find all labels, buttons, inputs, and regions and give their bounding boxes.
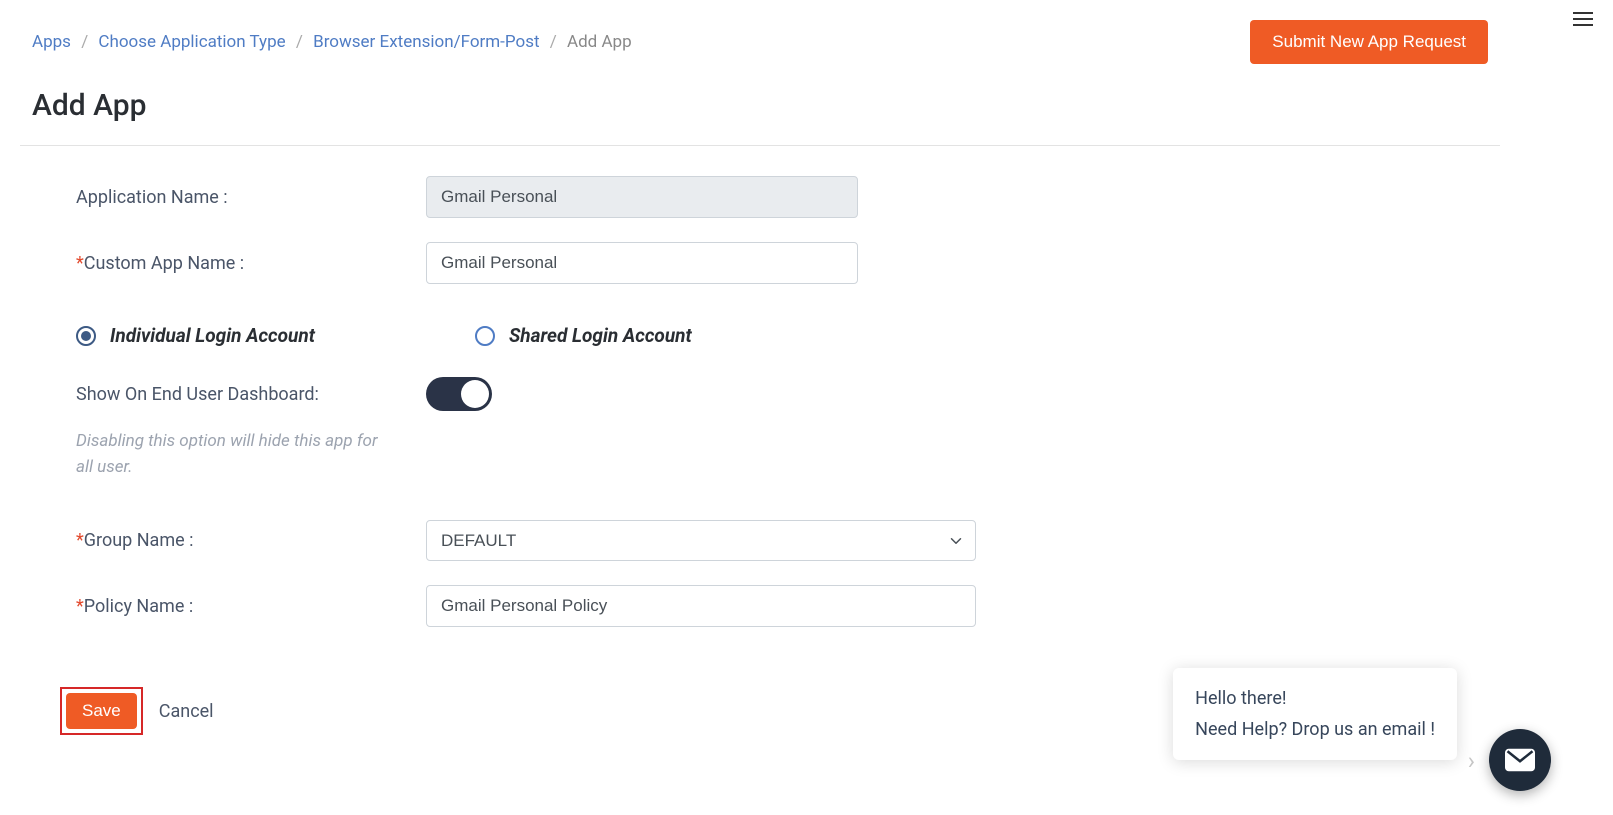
chat-bubble-button[interactable] <box>1489 729 1551 791</box>
scroll-indicator: › <box>1468 747 1475 775</box>
radio-shared-login[interactable] <box>475 326 495 346</box>
radio-individual-label: Individual Login Account <box>110 324 315 347</box>
group-name-label: *Group Name : <box>76 530 426 551</box>
breadcrumb-choose-type[interactable]: Choose Application Type <box>98 32 285 52</box>
save-highlight-box: Save <box>60 687 143 735</box>
mail-icon <box>1505 748 1535 772</box>
policy-name-label: *Policy Name : <box>76 596 426 617</box>
application-name-label: Application Name : <box>76 187 426 208</box>
chat-greeting: Hello there! <box>1195 688 1435 709</box>
application-name-input <box>426 176 858 218</box>
custom-app-name-input[interactable] <box>426 242 858 284</box>
policy-name-input[interactable] <box>426 585 976 627</box>
radio-shared-label: Shared Login Account <box>509 324 692 347</box>
show-dashboard-help: Disabling this option will hide this app… <box>76 429 386 480</box>
show-dashboard-label: Show On End User Dashboard: <box>76 384 426 405</box>
group-name-select[interactable]: DEFAULT <box>426 520 976 561</box>
cancel-button[interactable]: Cancel <box>159 701 214 722</box>
breadcrumb-apps[interactable]: Apps <box>32 32 71 52</box>
page-title: Add App <box>32 88 1500 123</box>
breadcrumb: Apps / Choose Application Type / Browser… <box>32 32 632 52</box>
show-dashboard-toggle[interactable] <box>426 377 492 411</box>
breadcrumb-browser-extension[interactable]: Browser Extension/Form-Post <box>313 32 539 52</box>
chat-popup: Hello there! Need Help? Drop us an email… <box>1173 668 1457 760</box>
chat-help-text: Need Help? Drop us an email ! <box>1195 719 1435 740</box>
submit-new-app-button[interactable]: Submit New App Request <box>1250 20 1488 64</box>
radio-individual-login[interactable] <box>76 326 96 346</box>
hamburger-menu[interactable] <box>1573 12 1593 26</box>
save-button[interactable]: Save <box>66 693 137 729</box>
custom-app-name-label: *Custom App Name : <box>76 253 426 274</box>
breadcrumb-current: Add App <box>567 32 632 52</box>
